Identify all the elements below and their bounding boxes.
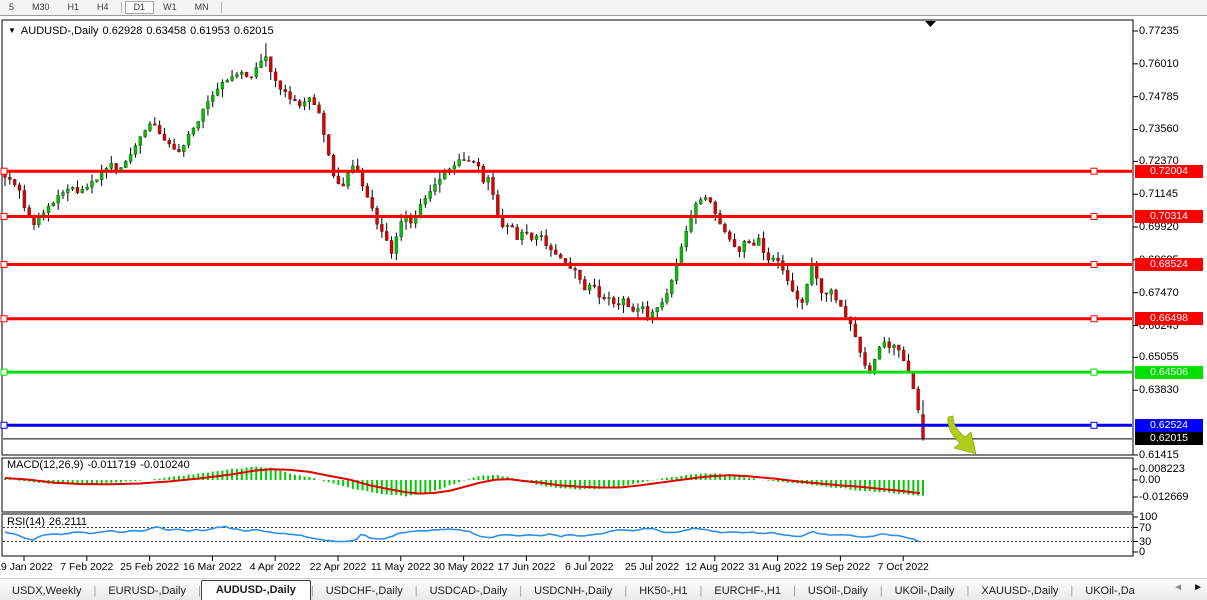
date-axis-label: 7 Feb 2022 <box>60 561 113 573</box>
horizontal-line-0.72004[interactable] <box>1 168 1132 174</box>
macd-main-value: -0.011719 <box>87 459 136 471</box>
tab-scroll-left-icon[interactable]: ◄ <box>1173 582 1183 593</box>
macd-name: MACD(12,26,9) <box>7 459 83 471</box>
date-axis-label: 19 Sep 2022 <box>811 561 871 573</box>
price-line-label-0.72004: 0.72004 <box>1135 165 1203 178</box>
rsi-line <box>5 526 921 542</box>
date-axis-label: 31 Aug 2022 <box>748 561 807 573</box>
horizontal-line-0.66498[interactable] <box>1 316 1132 322</box>
line-handle[interactable] <box>1 422 7 428</box>
line-handle[interactable] <box>1 316 7 322</box>
line-handle[interactable] <box>1091 213 1097 219</box>
line-handle[interactable] <box>1091 168 1097 174</box>
chart-collapse-icon[interactable]: ▼ <box>8 26 16 35</box>
macd-indicator-label: MACD(12,26,9) -0.011719 -0.010240 <box>7 459 194 471</box>
current-price-label: 0.62015 <box>1135 432 1203 445</box>
date-axis-label: 7 Oct 2022 <box>878 561 929 573</box>
macd-histogram <box>5 467 923 497</box>
date-axis-label: 6 Jul 2022 <box>565 561 613 573</box>
arrow-annotation[interactable] <box>948 416 976 454</box>
line-handle[interactable] <box>1091 369 1097 375</box>
rsi-axis-tick: 70 <box>1139 522 1151 534</box>
rsi-indicator-label: RSI(14) 26.2111 <box>7 516 91 528</box>
price-axis-tick: 0.71145 <box>1139 188 1178 200</box>
trading-platform-window: 5M30H1H4D1W1MN ▼AUDUSD-,Daily0.629280.63… <box>0 0 1207 600</box>
date-axis-label: 30 May 2022 <box>433 561 494 573</box>
price-axis-tick: 0.67470 <box>1139 287 1179 299</box>
price-line-label-0.66498: 0.66498 <box>1135 312 1203 325</box>
price-axis-tick: 0.65055 <box>1139 351 1179 363</box>
rsi-value: 26.2111 <box>49 516 87 528</box>
candlestick-series <box>4 43 925 440</box>
ohlc-high: 0.63458 <box>146 25 186 37</box>
price-line-label-0.68524: 0.68524 <box>1135 258 1203 271</box>
price-line-label-0.70314: 0.70314 <box>1135 210 1203 223</box>
ohlc-close: 0.62015 <box>234 25 274 37</box>
bar-shift-marker-icon[interactable] <box>925 21 936 27</box>
date-axis-label: 12 Aug 2022 <box>685 561 744 573</box>
chart-symbol-label: AUDUSD-,Daily <box>21 25 99 37</box>
price-line-label-0.64506: 0.64506 <box>1135 366 1203 379</box>
horizontal-line-0.62524[interactable] <box>1 422 1132 428</box>
price-axis-tick: 0.63830 <box>1139 384 1179 396</box>
price-axis-tick: 0.61415 <box>1139 449 1179 461</box>
line-handle[interactable] <box>1091 422 1097 428</box>
price-axis-tick: 0.74785 <box>1139 91 1179 103</box>
date-axis-label: 17 Jun 2022 <box>497 561 555 573</box>
panel-frames <box>0 17 1207 556</box>
line-handle[interactable] <box>1091 261 1097 267</box>
line-handle[interactable] <box>1 213 7 219</box>
macd-signal-value: -0.010240 <box>140 459 190 471</box>
price-axis-tick: 0.77235 <box>1139 25 1179 37</box>
ohlc-open: 0.62928 <box>103 25 143 37</box>
line-handle[interactable] <box>1 369 7 375</box>
date-axis-label: 25 Jul 2022 <box>625 561 679 573</box>
date-axis-label: 22 Apr 2022 <box>310 561 367 573</box>
rsi-axis-tick: 0 <box>1139 546 1145 558</box>
price-line-label-0.62524: 0.62524 <box>1135 419 1203 432</box>
chart-title: ▼ AUDUSD-,Daily 0.629280.63458 0.61953 0.620… <box>8 25 278 37</box>
line-handle[interactable] <box>1 261 7 267</box>
tab-scrollers: ◄ ► <box>1173 582 1203 593</box>
date-axis-label: 25 Feb 2022 <box>120 561 179 573</box>
axis-ticks <box>24 31 1138 561</box>
horizontal-line-0.70314[interactable] <box>1 213 1132 219</box>
date-axis-label: 19 Jan 2022 <box>0 561 53 573</box>
line-handle[interactable] <box>1091 316 1097 322</box>
macd-axis-tick: 0.00 <box>1139 474 1160 486</box>
price-axis-tick: 0.73560 <box>1139 123 1179 135</box>
date-axis-label: 4 Apr 2022 <box>250 561 301 573</box>
rsi-name: RSI(14) <box>7 516 45 528</box>
line-handle[interactable] <box>1 168 7 174</box>
chart-canvas <box>0 0 1207 600</box>
ohlc-low: 0.61953 <box>190 25 230 37</box>
price-axis-tick: 0.76010 <box>1139 58 1179 70</box>
date-axis-label: 16 Mar 2022 <box>183 561 242 573</box>
macd-axis-tick: -0.012669 <box>1139 491 1189 503</box>
tab-scroll-right-icon[interactable]: ► <box>1193 582 1203 593</box>
horizontal-line-0.64506[interactable] <box>1 369 1132 375</box>
date-axis-label: 11 May 2022 <box>371 561 431 573</box>
